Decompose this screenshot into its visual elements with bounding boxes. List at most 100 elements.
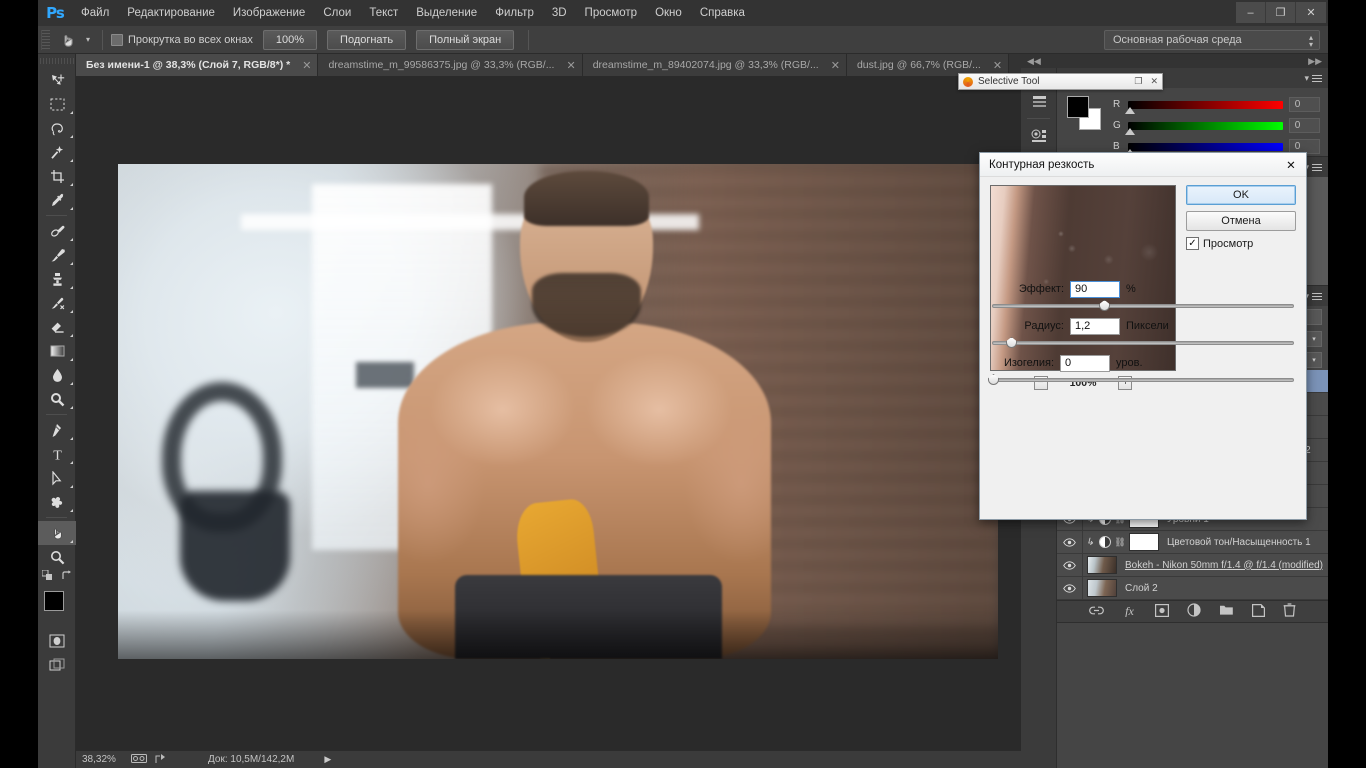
color-channel-slider[interactable]: [1128, 101, 1283, 109]
color-swatches[interactable]: [38, 589, 76, 629]
panel-menu-icon[interactable]: [1312, 162, 1322, 173]
dialog-title-bar[interactable]: Контурная резкость ✕: [980, 153, 1306, 177]
slider-value-input[interactable]: 1,2: [1070, 318, 1120, 335]
document-tab-close-icon[interactable]: ✕: [302, 59, 311, 72]
layer-style-fx-icon[interactable]: fx: [1122, 604, 1137, 620]
magic-wand-tool-icon[interactable]: [38, 140, 76, 164]
history-brush-tool-icon[interactable]: [38, 291, 76, 315]
menu-item-0[interactable]: Файл: [72, 0, 118, 26]
layer-mask-thumbnail[interactable]: [1129, 533, 1159, 551]
delete-layer-icon[interactable]: [1283, 603, 1296, 620]
menu-item-3[interactable]: Слои: [314, 0, 360, 26]
panel-menu-icon[interactable]: [1312, 291, 1322, 302]
menu-item-6[interactable]: Фильтр: [486, 0, 543, 26]
dodge-tool-icon[interactable]: [38, 387, 76, 411]
document-tab-0[interactable]: Без имени-1 @ 38,3% (Слой 7, RGB/8*) *✕: [76, 54, 318, 76]
eraser-tool-icon[interactable]: [38, 315, 76, 339]
checkbox-box[interactable]: ✓: [1186, 237, 1199, 250]
custom-shape-tool-icon[interactable]: [38, 490, 76, 514]
adjustment-layer-icon[interactable]: [1097, 535, 1113, 549]
menu-item-4[interactable]: Текст: [360, 0, 407, 26]
color-channel-slider[interactable]: [1128, 122, 1283, 130]
menu-item-7[interactable]: 3D: [543, 0, 576, 26]
tools-panel-grip[interactable]: [38, 54, 75, 68]
pen-tool-icon[interactable]: [38, 418, 76, 442]
layer-visibility-toggle[interactable]: [1057, 577, 1083, 600]
slider-value-input[interactable]: 90: [1070, 281, 1120, 298]
opacity-dropdown-icon[interactable]: ▾: [1306, 331, 1322, 347]
preview-checkbox[interactable]: ✓ Просмотр: [1186, 237, 1296, 250]
panel-menu-icon[interactable]: [1312, 73, 1322, 84]
add-layer-mask-icon[interactable]: [1155, 604, 1169, 620]
document-tab-close-icon[interactable]: ✕: [993, 59, 1002, 72]
quick-mask-icon[interactable]: [38, 629, 76, 653]
document-tab-2[interactable]: dreamstime_m_89402074.jpg @ 33,3% (RGB/.…: [583, 54, 847, 76]
color-channel-value[interactable]: 0: [1289, 118, 1320, 133]
color-channel-value[interactable]: 0: [1289, 97, 1320, 112]
lasso-tool-icon[interactable]: [38, 116, 76, 140]
slider-thumb[interactable]: [1099, 300, 1110, 311]
zoom-level[interactable]: 38,32%: [76, 754, 128, 765]
workspace-selector[interactable]: Основная рабочая среда ▴▾: [1104, 30, 1320, 50]
layer-visibility-toggle[interactable]: [1057, 554, 1083, 577]
color-channel-slider[interactable]: [1128, 143, 1283, 151]
new-adjustment-layer-icon[interactable]: [1187, 603, 1201, 620]
collapse-right-icon[interactable]: ▶▶: [1308, 56, 1322, 67]
foreground-color-swatch[interactable]: [44, 591, 64, 611]
document-image[interactable]: [118, 164, 998, 659]
document-tab-close-icon[interactable]: ✕: [831, 59, 840, 72]
move-tool-icon[interactable]: [38, 68, 76, 92]
slider-thumb[interactable]: [1006, 337, 1017, 348]
slider-value-input[interactable]: 0: [1060, 355, 1110, 372]
checkbox-box[interactable]: [111, 34, 123, 46]
default-colors-icon[interactable]: [42, 570, 53, 584]
fit-screen-button[interactable]: Подогнать: [327, 30, 406, 50]
properties-panel-icon[interactable]: [1021, 121, 1057, 151]
type-tool-icon[interactable]: T: [38, 442, 76, 466]
cancel-button[interactable]: Отмена: [1186, 211, 1296, 231]
history-panel-icon[interactable]: [1021, 86, 1057, 116]
selective-tool-maximize-button[interactable]: ❐: [1134, 76, 1142, 87]
new-layer-icon[interactable]: [1252, 604, 1265, 620]
document-tab-close-icon[interactable]: ✕: [566, 59, 575, 72]
menu-item-8[interactable]: Просмотр: [576, 0, 647, 26]
path-selection-tool-icon[interactable]: [38, 466, 76, 490]
slider-track[interactable]: [992, 304, 1294, 308]
selective-tool-close-button[interactable]: ✕: [1150, 76, 1158, 87]
hand-tool-icon[interactable]: [38, 521, 76, 545]
menu-item-1[interactable]: Редактирование: [118, 0, 224, 26]
layer-row[interactable]: ↳⛓Цветовой тон/Насыщенность 1: [1057, 531, 1328, 554]
layer-thumbnail[interactable]: [1087, 579, 1117, 597]
link-layers-icon[interactable]: [1089, 605, 1104, 619]
slider-thumb[interactable]: [1125, 107, 1135, 114]
document-tab-1[interactable]: dreamstime_m_99586375.jpg @ 33,3% (RGB/.…: [318, 54, 582, 76]
zoom-tool-icon[interactable]: [38, 545, 76, 569]
zoom-100-button[interactable]: 100%: [263, 30, 317, 50]
scroll-all-windows-checkbox[interactable]: Прокрутка во всех окнах: [111, 34, 253, 46]
close-button[interactable]: ✕: [1296, 2, 1326, 23]
layer-row[interactable]: Bokeh - Nikon 50mm f/1.4 @ f/1.4 (modifi…: [1057, 554, 1328, 577]
swap-colors-icon[interactable]: [61, 570, 72, 584]
ok-button[interactable]: OK: [1186, 185, 1296, 205]
slider-track[interactable]: [992, 378, 1294, 382]
full-screen-button[interactable]: Полный экран: [416, 30, 514, 50]
layer-visibility-toggle[interactable]: [1057, 531, 1083, 554]
layer-filter-toggle-icon[interactable]: [1306, 309, 1322, 325]
selective-tool-window[interactable]: Selective Tool ❐ ✕: [958, 73, 1163, 90]
slider-track[interactable]: [992, 341, 1294, 345]
menu-item-10[interactable]: Справка: [691, 0, 754, 26]
crop-tool-icon[interactable]: [38, 164, 76, 188]
menu-item-9[interactable]: Окно: [646, 0, 691, 26]
dialog-close-button[interactable]: ✕: [1282, 156, 1300, 174]
workspace-stepper-icon[interactable]: ▴▾: [1309, 34, 1313, 48]
menu-item-2[interactable]: Изображение: [224, 0, 314, 26]
eyedropper-tool-icon[interactable]: [38, 188, 76, 212]
layer-mask-link-icon[interactable]: ⛓: [1113, 537, 1127, 548]
layer-row[interactable]: Слой 2: [1057, 577, 1328, 600]
fill-dropdown-icon[interactable]: ▾: [1306, 352, 1322, 368]
canvas-area[interactable]: [76, 76, 1021, 750]
tool-preset-caret-icon[interactable]: ▾: [82, 35, 94, 44]
options-bar-grip[interactable]: [41, 30, 50, 50]
unsharp-mask-dialog[interactable]: Контурная резкость ✕ − 100% + OK Отмена: [979, 152, 1307, 520]
minimize-button[interactable]: –: [1236, 2, 1266, 23]
